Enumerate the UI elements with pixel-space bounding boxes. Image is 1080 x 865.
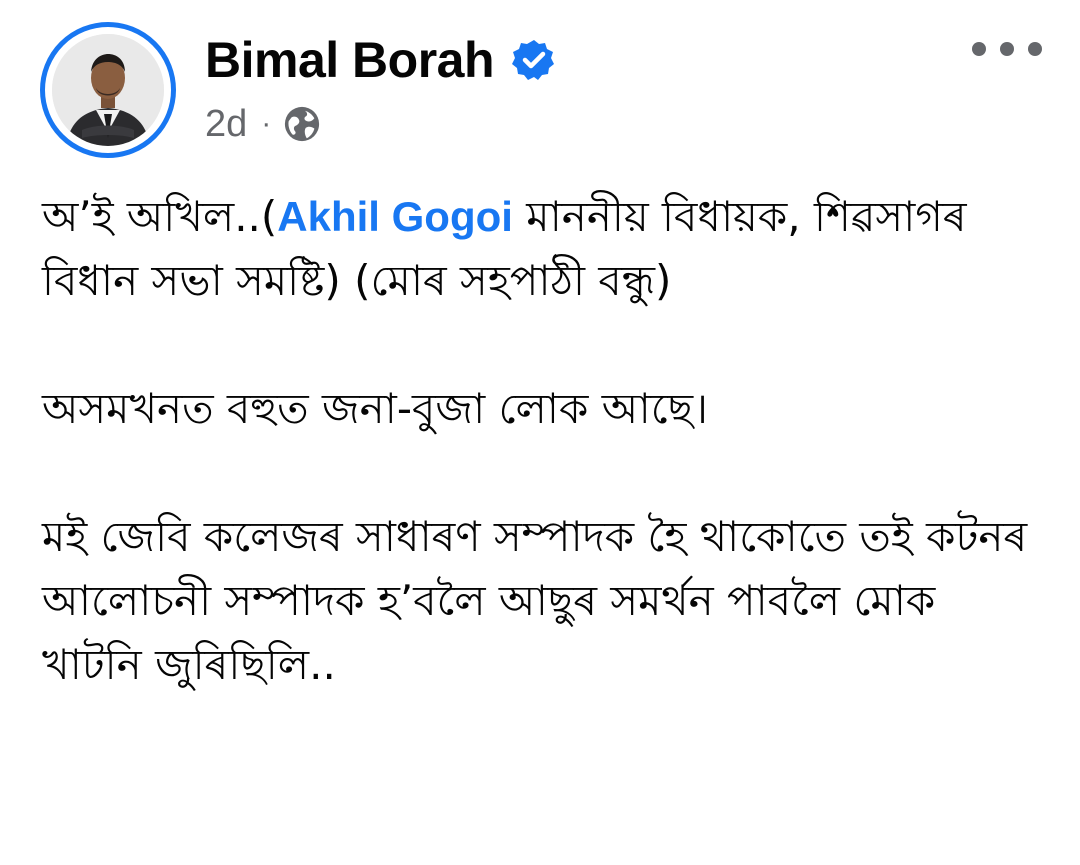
post-body: অ’ই অখিল..(Akhil Gogoi মাননীয় বিধায়ক, … [42,185,1042,761]
verified-badge-icon [512,40,554,80]
post-meta: 2d · [205,100,321,148]
paragraph-text-before: অ’ই অখিল..( [42,192,278,241]
globe-icon[interactable] [283,105,321,143]
mention-link[interactable]: Akhil Gogoi [277,193,513,240]
post-paragraph-3: মই জেবি কলেজৰ সাধাৰণ সম্পাদক হৈ থাকোতে ত… [42,512,1028,689]
avatar-photo [52,34,164,146]
meta-separator: · [261,107,272,140]
author-name[interactable]: Bimal Borah [205,30,495,90]
more-options-button[interactable] [972,34,1042,64]
more-horizontal-icon [972,42,986,56]
post-timestamp[interactable]: 2d [205,103,247,146]
post-paragraph-2: অসমখনত বহুত জনা-বুজা লোক আছে। [42,384,709,433]
post-header: Bimal Borah 2d · [40,22,1050,162]
author-avatar[interactable] [40,22,176,158]
post-paragraph-1: অ’ই অখিল..(Akhil Gogoi মাননীয় বিধায়ক, … [42,185,1042,313]
